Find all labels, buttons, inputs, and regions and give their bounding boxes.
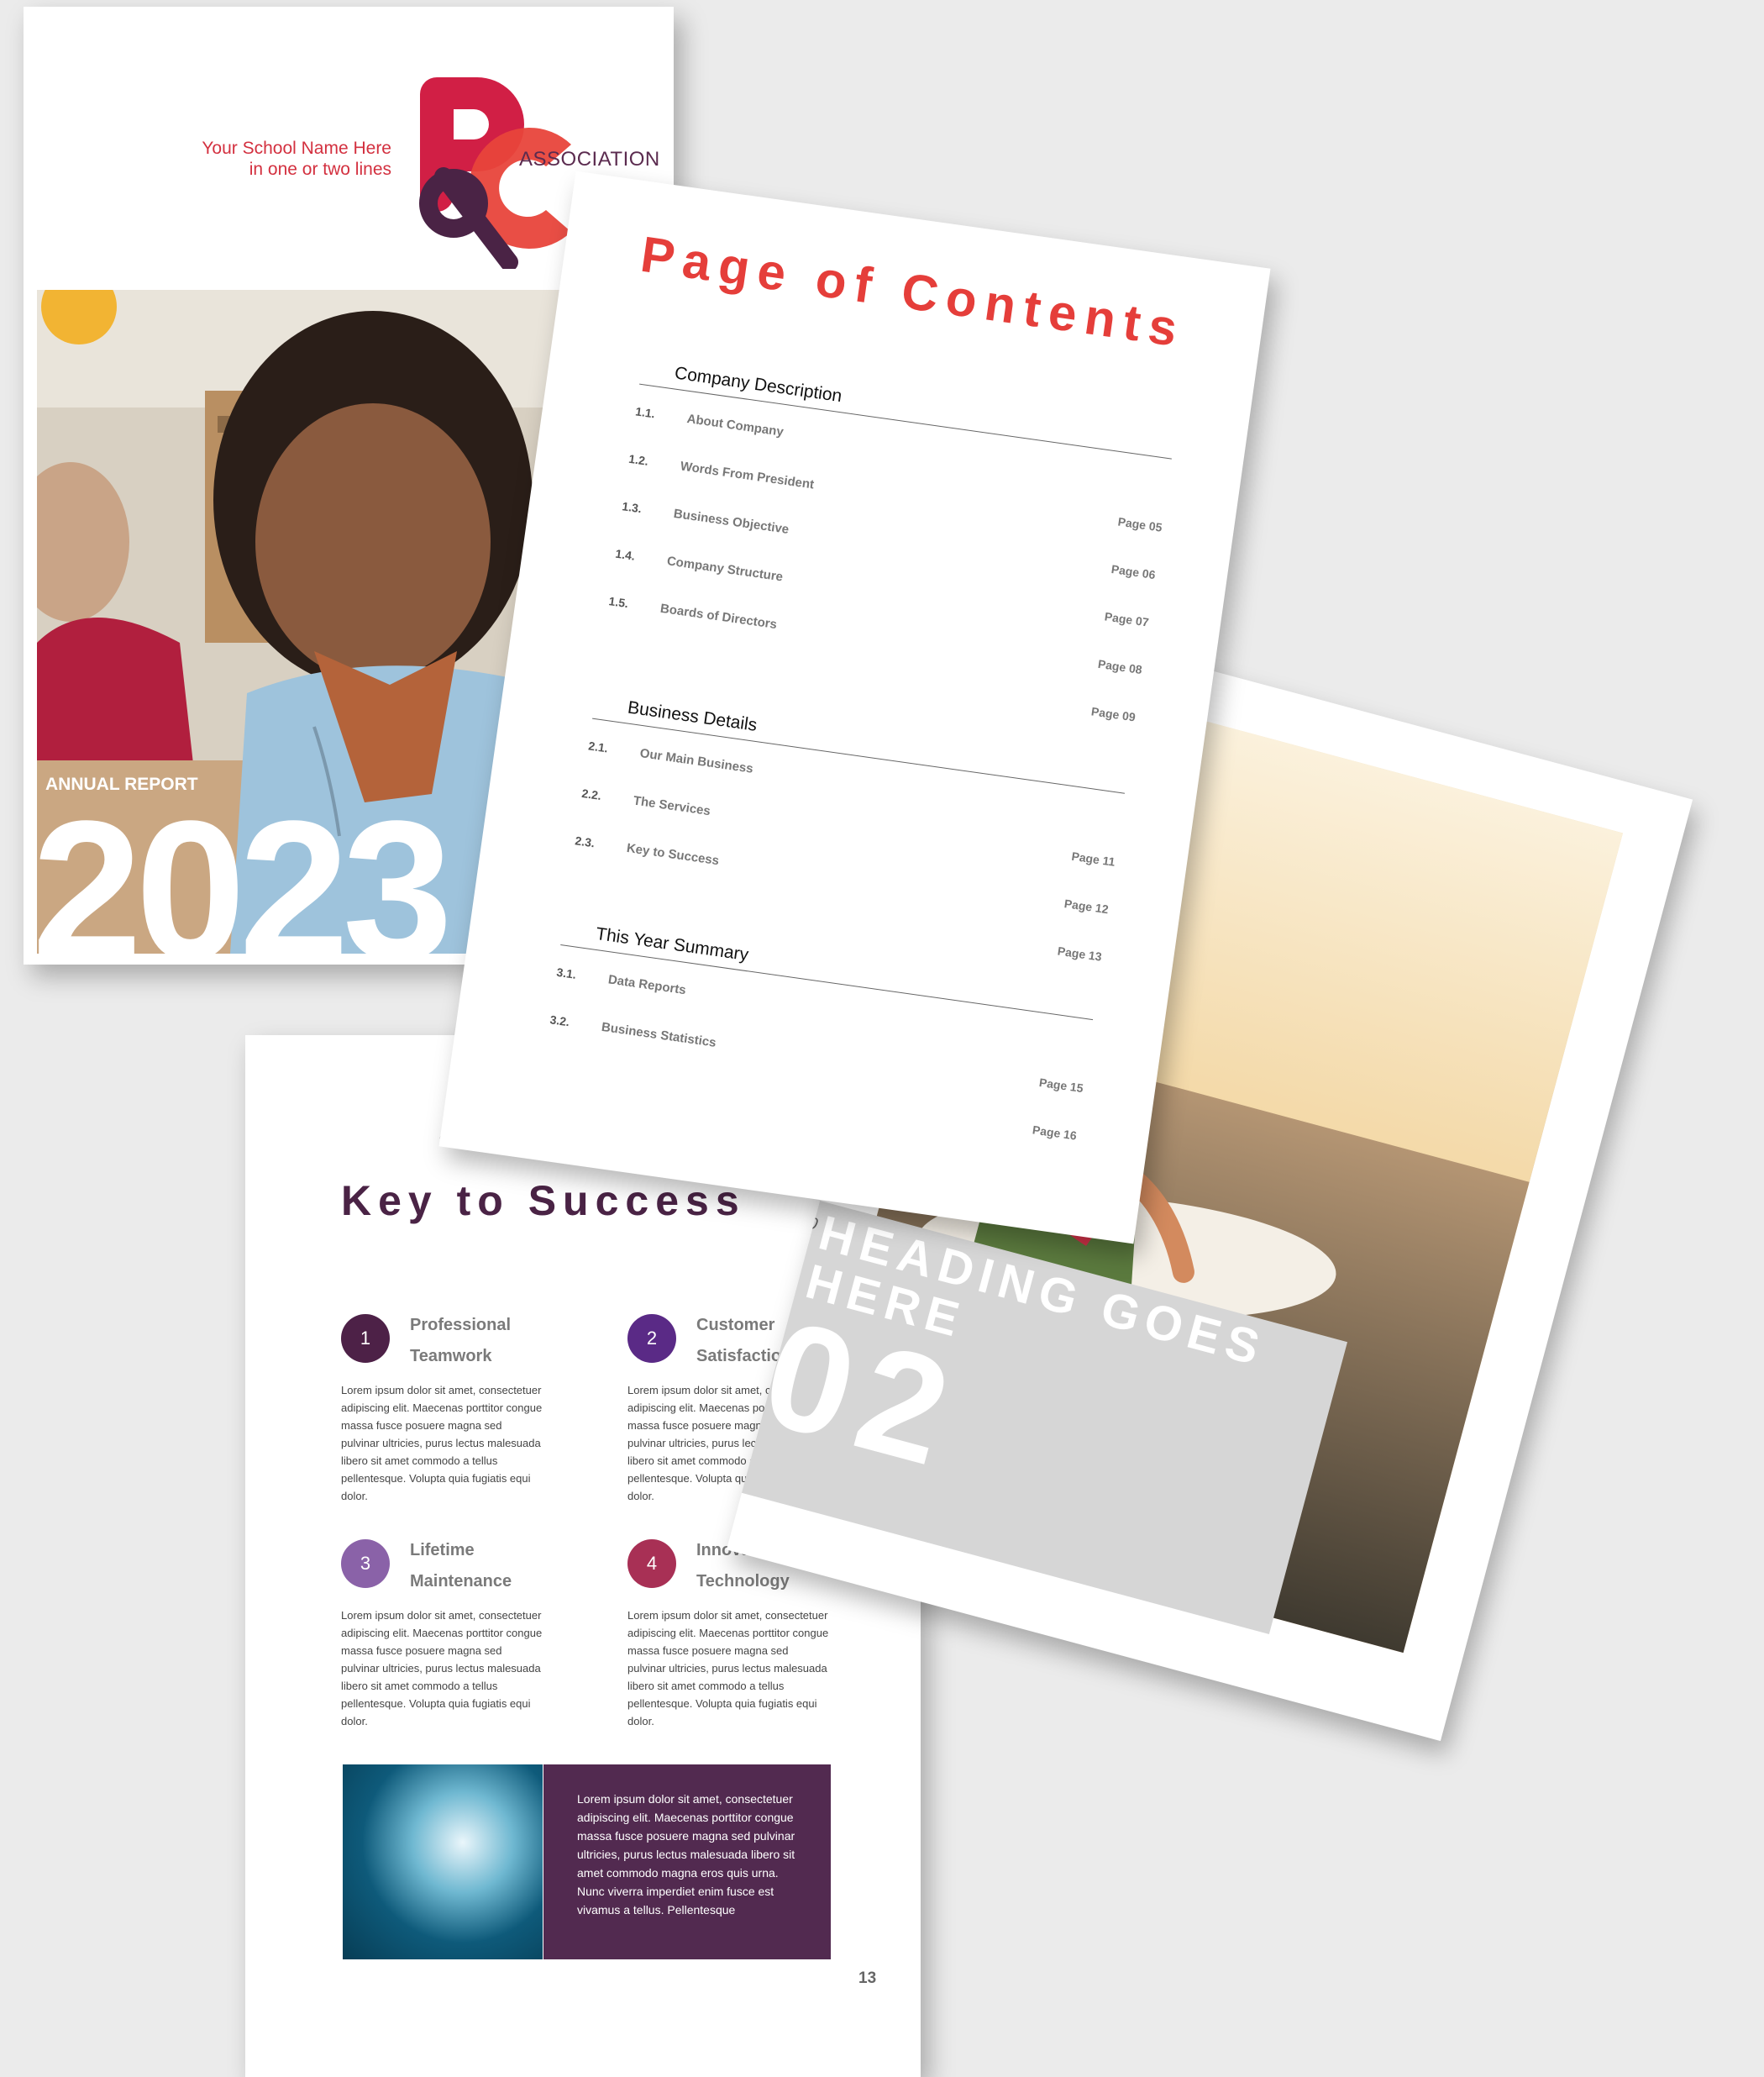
contents-page: Page of Contents Company Description 1.1…: [438, 171, 1271, 1244]
toc-row-label: Data Reports: [606, 972, 687, 998]
purple-box-text: Lorem ipsum dolor sit amet, consectetuer…: [577, 1792, 795, 1917]
feature-title: Lifetime Maintenance: [410, 1541, 512, 1591]
toc-row-label: About Company: [685, 411, 785, 439]
toc-row-page: Page 09: [1090, 704, 1137, 724]
toc-row-num: 1.4.: [614, 546, 637, 563]
feature-body: Lorem ipsum dolor sit amet, consectetuer…: [341, 1384, 543, 1502]
toc-row-num: 1.5.: [607, 594, 630, 611]
toc-row[interactable]: 2.3. Key to Success Page 13: [574, 833, 1109, 963]
toc-row[interactable]: 1.2. Words From President Page 06: [627, 451, 1163, 581]
toc-row[interactable]: 1.1. About Company Page 05: [634, 404, 1169, 534]
toc-row[interactable]: 1.3. Business Objective Page 07: [621, 499, 1156, 628]
association-label: ASSOCIATION: [519, 148, 660, 171]
key-to-success-title: Key to Success: [341, 1177, 746, 1224]
toc-row-label: Words From President: [679, 459, 816, 492]
toc-row[interactable]: 3.1. Data Reports Page 15: [555, 965, 1090, 1095]
purple-text-box: Lorem ipsum dolor sit amet, consectetuer…: [543, 1764, 831, 1959]
feature-number-badge: 1: [341, 1314, 390, 1363]
feature-body: Lorem ipsum dolor sit amet, consectetuer…: [627, 1609, 829, 1727]
toc-row[interactable]: 1.5. Boards of Directors Page 09: [607, 594, 1142, 723]
toc-row[interactable]: 2.1. Our Main Business Page 11: [587, 739, 1122, 868]
page-number-bottom: 13: [858, 1969, 877, 1987]
toc-row-num: 2.3.: [574, 833, 596, 850]
toc-row[interactable]: 3.2. Business Statistics Page 16: [549, 1012, 1084, 1142]
toc-row-page: Page 13: [1057, 944, 1103, 964]
toc-row-num: 2.2.: [580, 786, 602, 802]
contents-title: Page of Contents: [637, 225, 1189, 358]
toc-row-label: Boards of Directors: [659, 601, 779, 633]
toc-row-num: 1.3.: [621, 499, 643, 516]
toc-row-num: 1.1.: [634, 404, 656, 421]
school-name: Your School Name Here in one or two line…: [202, 138, 391, 180]
feature-number-badge: 3: [341, 1539, 390, 1588]
toc-row-page: Page 16: [1032, 1123, 1078, 1143]
school-name-line2: in one or two lines: [249, 160, 391, 179]
toc-row-num: 1.2.: [627, 451, 649, 468]
toc-row-label: Business Statistics: [600, 1019, 717, 1050]
cover-year: 2023: [32, 780, 453, 965]
toc-row-label: The Services: [632, 793, 711, 819]
toc-row-label: Our Main Business: [638, 746, 754, 776]
feature-number-badge: 4: [627, 1539, 676, 1588]
toc-row[interactable]: 2.2. The Services Page 12: [580, 786, 1116, 916]
toc-row-label: Company Structure: [665, 554, 785, 585]
toc-row-label: Key to Success: [625, 840, 721, 869]
toc-row-num: 3.2.: [549, 1012, 571, 1029]
toc-row[interactable]: 1.4. Company Structure Page 08: [614, 546, 1149, 676]
school-name-line1: Your School Name Here: [202, 139, 391, 158]
feature-title: Professional Teamwork: [410, 1316, 512, 1365]
toc-row-label: Business Objective: [672, 506, 790, 537]
ocean-wave-photo: [343, 1764, 543, 1959]
toc-row-num: 2.1.: [587, 739, 609, 755]
feature-body: Lorem ipsum dolor sit amet, consectetuer…: [341, 1609, 543, 1727]
toc-row-num: 3.1.: [555, 965, 577, 981]
feature-number-badge: 2: [627, 1314, 676, 1363]
